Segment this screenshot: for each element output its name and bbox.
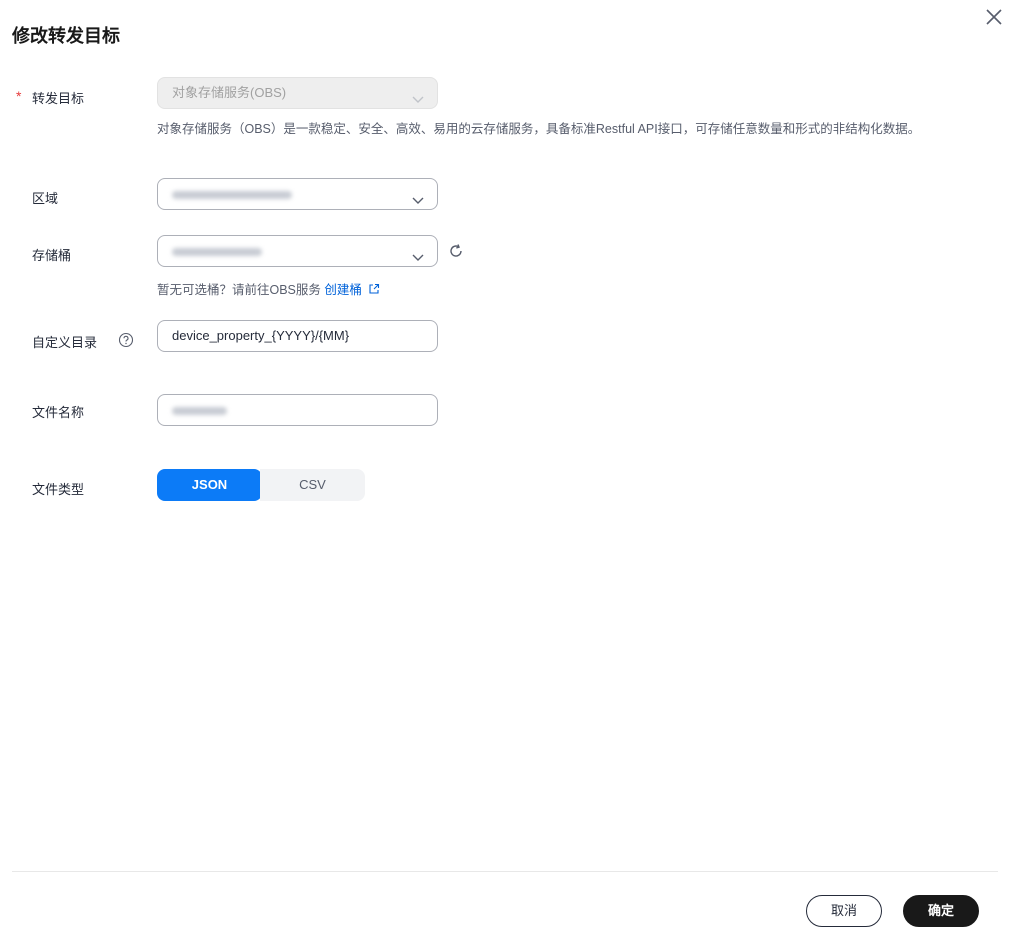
external-link-icon[interactable] [368,283,380,295]
file-name-input[interactable] [157,394,438,426]
custom-dir-value: device_property_{YYYY}/{MM} [172,328,350,343]
file-type-toggle: JSON CSV [157,469,365,501]
bucket-hint: 暂无可选桶？请前往OBS服务 创建桶 [157,279,380,298]
target-select-value: 对象存储服务(OBS) [172,85,287,100]
file-type-json-option[interactable]: JSON [157,469,262,501]
refresh-icon[interactable] [448,243,464,259]
custom-dir-label: 自定义目录 [32,335,98,350]
region-label: 区域 [32,191,59,206]
confirm-button[interactable]: 确定 [903,895,979,927]
chevron-down-icon [411,245,425,261]
target-select: 对象存储服务(OBS) [157,77,438,109]
target-label: 转发目标 [32,91,85,106]
chevron-down-icon [411,87,425,103]
file-name-value-redacted [172,406,227,415]
file-name-label: 文件名称 [32,405,85,420]
region-value-redacted [172,190,292,199]
target-description: 对象存储服务（OBS）是一款稳定、安全、高效、易用的云存储服务，具备标准Rest… [157,122,921,136]
help-icon[interactable] [118,332,134,348]
chevron-down-icon [411,188,425,204]
create-bucket-link[interactable]: 创建桶 [324,283,362,297]
bucket-select[interactable] [157,235,438,267]
cancel-button[interactable]: 取消 [806,895,882,927]
file-type-csv-option[interactable]: CSV [260,469,365,501]
region-select[interactable] [157,178,438,210]
required-mark: * [16,88,22,104]
bucket-label: 存储桶 [32,248,72,263]
bucket-value-redacted [172,247,262,256]
bucket-hint-text: 暂无可选桶？请前往OBS服务 [157,283,325,297]
file-type-label: 文件类型 [32,482,85,497]
footer-divider [12,871,998,872]
dialog-title: 修改转发目标 [12,26,120,46]
edit-forward-target-dialog: 修改转发目标 * 转发目标 对象存储服务(OBS) 对象存储服务（OBS）是一款… [0,0,1010,927]
close-icon[interactable] [984,7,1004,27]
custom-dir-input[interactable]: device_property_{YYYY}/{MM} [157,320,438,352]
